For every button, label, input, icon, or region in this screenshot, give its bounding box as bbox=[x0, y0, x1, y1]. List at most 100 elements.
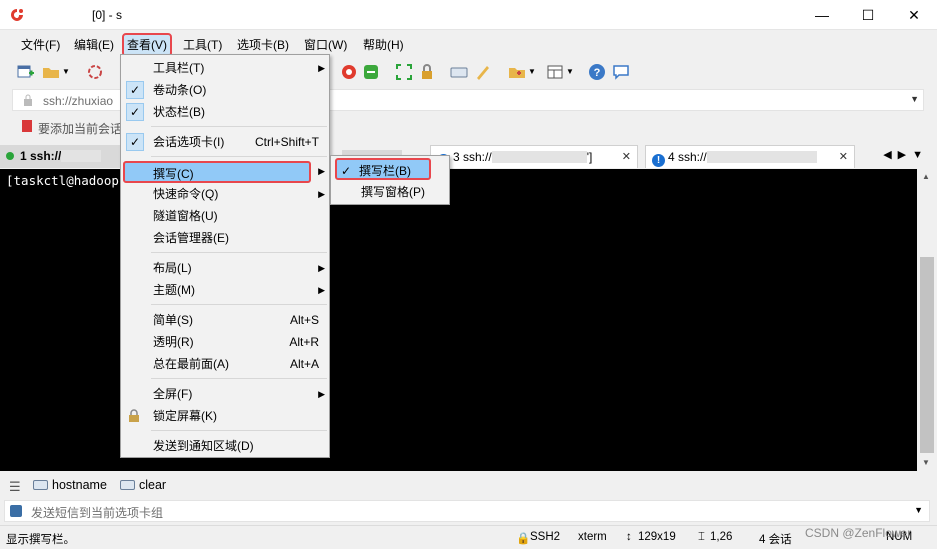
menu-tools[interactable]: 工具(T) bbox=[180, 35, 225, 55]
compose-submenu: ✓ 撰写栏(B) 撰写窗格(P) bbox=[330, 155, 450, 205]
lock-icon[interactable] bbox=[418, 63, 436, 81]
status-cursor: 1,26 bbox=[710, 531, 733, 543]
menu-item-label: 主题(M) bbox=[153, 283, 195, 297]
keyboard-icon bbox=[120, 480, 135, 490]
status-protocol: SSH2 bbox=[530, 531, 561, 543]
menu-item-send-to-tray[interactable]: 发送到通知区域(D) bbox=[123, 435, 329, 457]
menu-item-always-on-top[interactable]: 总在最前面(A) Alt+A bbox=[123, 353, 329, 375]
menu-item-label: 会话管理器(E) bbox=[153, 231, 229, 245]
favorites-hint: 要添加当前会话 bbox=[38, 122, 123, 136]
menu-file[interactable]: 文件(F) bbox=[18, 35, 63, 55]
status-sessions: 4 会话 bbox=[759, 534, 792, 546]
compose-bar[interactable]: 发送短信到当前选项卡组 ▼ bbox=[4, 500, 930, 522]
menu-item-label: 工具栏(T) bbox=[153, 61, 205, 75]
fullscreen-icon[interactable] bbox=[395, 63, 413, 81]
checkmark-icon: ✓ bbox=[126, 103, 144, 121]
tab-session-3[interactable]: !3 ssh://'] ✕ bbox=[430, 145, 638, 168]
new-session-icon[interactable] bbox=[16, 63, 34, 81]
menu-item-lock-screen[interactable]: 锁定屏幕(K) bbox=[123, 405, 329, 427]
scroll-thumb[interactable] bbox=[920, 257, 934, 453]
menu-item-label: 撰写(C) bbox=[153, 167, 194, 181]
menu-item-compose-bar[interactable]: ✓ 撰写栏(B) bbox=[335, 158, 431, 180]
lock-icon bbox=[129, 409, 139, 422]
hamburger-menu-icon[interactable]: ☰ bbox=[9, 479, 21, 495]
menu-tabs[interactable]: 选项卡(B) bbox=[234, 35, 292, 55]
menu-separator bbox=[151, 378, 327, 379]
menu-item-label: 发送到通知区域(D) bbox=[153, 439, 254, 453]
scroll-down-icon[interactable]: ▼ bbox=[922, 458, 930, 467]
checkmark-icon: ✓ bbox=[341, 164, 352, 178]
maximize-button[interactable]: ☐ bbox=[845, 0, 891, 30]
menu-item-label: 撰写栏(B) bbox=[359, 164, 411, 178]
menu-item-compose-pane[interactable]: 撰写窗格(P) bbox=[333, 181, 449, 203]
view-menu: 工具栏(T) ▶ ✓ 卷动条(O) ✓ 状态栏(B) ✓ 会话选项卡(I) Ctrl+Sh… bbox=[120, 54, 330, 458]
close-icon[interactable]: ✕ bbox=[839, 146, 848, 168]
scroll-up-icon[interactable]: ▲ bbox=[922, 172, 930, 181]
close-button[interactable]: ✕ bbox=[891, 0, 937, 30]
menu-item-session-manager[interactable]: 会话管理器(E) bbox=[123, 227, 329, 249]
chevron-down-icon[interactable]: ▼ bbox=[910, 94, 919, 104]
menu-item-session-tabs[interactable]: ✓ 会话选项卡(I) Ctrl+Shift+T bbox=[123, 131, 329, 153]
menu-item-scrollbar[interactable]: ✓ 卷动条(O) bbox=[123, 79, 329, 101]
cursor-icon: ⌶ bbox=[698, 531, 705, 543]
open-folder-icon[interactable] bbox=[42, 63, 60, 81]
menu-item-simple[interactable]: 简单(S) Alt+S bbox=[123, 309, 329, 331]
lock-icon: 🔒 bbox=[516, 533, 531, 545]
keyboard-icon bbox=[33, 480, 48, 490]
xshell-icon[interactable] bbox=[340, 63, 358, 81]
tab-scroll-arrows[interactable]: ◀▶▼ bbox=[883, 148, 929, 161]
keyboard-icon[interactable] bbox=[450, 63, 468, 81]
menu-item-toolbar[interactable]: 工具栏(T) ▶ bbox=[123, 57, 329, 79]
compose-input[interactable]: 发送短信到当前选项卡组 bbox=[31, 504, 163, 521]
tab-session-4[interactable]: ! 4 ssh:// ✕ bbox=[645, 145, 855, 168]
menu-separator bbox=[151, 126, 327, 127]
menu-item-transparent[interactable]: 透明(R) Alt+R bbox=[123, 331, 329, 353]
menu-item-shortcut: Alt+A bbox=[289, 357, 319, 371]
connected-status-icon bbox=[6, 152, 14, 160]
menu-item-quick-commands[interactable]: 快速命令(Q) ▶ bbox=[123, 183, 329, 205]
terminal-prompt: [taskctl@hadoop- bbox=[6, 173, 127, 188]
close-icon[interactable]: ✕ bbox=[622, 146, 631, 168]
menu-window[interactable]: 窗口(W) bbox=[301, 35, 350, 55]
menu-item-layout[interactable]: 布局(L) ▶ bbox=[123, 257, 329, 279]
minimize-button[interactable]: — bbox=[799, 0, 845, 30]
chevron-down-icon[interactable]: ▼ bbox=[528, 67, 546, 85]
reconnect-icon[interactable] bbox=[86, 63, 104, 81]
menu-item-compose[interactable]: 撰写(C) bbox=[123, 161, 311, 183]
menu-item-statusbar[interactable]: ✓ 状态栏(B) bbox=[123, 101, 329, 123]
menu-item-label: 卷动条(O) bbox=[153, 83, 207, 97]
menu-item-label: 快速命令(Q) bbox=[153, 187, 219, 201]
xftp-icon[interactable] bbox=[362, 63, 380, 81]
checkmark-icon: ✓ bbox=[126, 133, 144, 151]
terminal-icon bbox=[10, 505, 22, 517]
layout-icon[interactable] bbox=[546, 63, 564, 81]
help-icon[interactable]: ? bbox=[588, 63, 606, 81]
chat-icon[interactable] bbox=[612, 63, 630, 81]
menu-item-label: 总在最前面(A) bbox=[153, 357, 229, 371]
menu-item-label: 撰写窗格(P) bbox=[361, 185, 425, 199]
tab-session-1[interactable]: 1 ssh:// bbox=[0, 145, 122, 168]
address-input[interactable]: ssh://zhuxiao bbox=[43, 94, 113, 108]
menu-item-fullscreen[interactable]: 全屏(F) ▶ bbox=[123, 383, 329, 405]
chevron-down-icon[interactable]: ▼ bbox=[914, 505, 923, 515]
status-size: 129x19 bbox=[638, 531, 676, 543]
clear-label: clear bbox=[139, 478, 167, 492]
hostname-button[interactable]: hostname bbox=[33, 478, 107, 492]
menu-item-label: 隧道窗格(U) bbox=[153, 209, 218, 223]
menu-item-label: 透明(R) bbox=[153, 335, 194, 349]
menu-item-theme[interactable]: 主题(M) ▶ bbox=[123, 279, 329, 301]
highlight-pen-icon[interactable] bbox=[474, 63, 492, 81]
chevron-down-icon[interactable]: ▼ bbox=[566, 67, 584, 85]
scrollbar[interactable]: ▲ ▼ bbox=[917, 169, 937, 471]
resize-icon: ↕ bbox=[626, 531, 632, 543]
menu-edit[interactable]: 编辑(E) bbox=[71, 35, 117, 55]
bookmark-icon bbox=[22, 120, 32, 132]
add-folder-icon[interactable] bbox=[508, 63, 526, 81]
clear-button[interactable]: clear bbox=[120, 478, 166, 492]
menu-help[interactable]: 帮助(H) bbox=[360, 35, 407, 55]
chevron-down-icon[interactable]: ▼ bbox=[62, 67, 80, 85]
submenu-arrow-icon: ▶ bbox=[318, 166, 325, 176]
submenu-arrow-icon: ▶ bbox=[318, 63, 325, 73]
svg-text:?: ? bbox=[594, 67, 601, 79]
menu-item-tunnel-pane[interactable]: 隧道窗格(U) bbox=[123, 205, 329, 227]
